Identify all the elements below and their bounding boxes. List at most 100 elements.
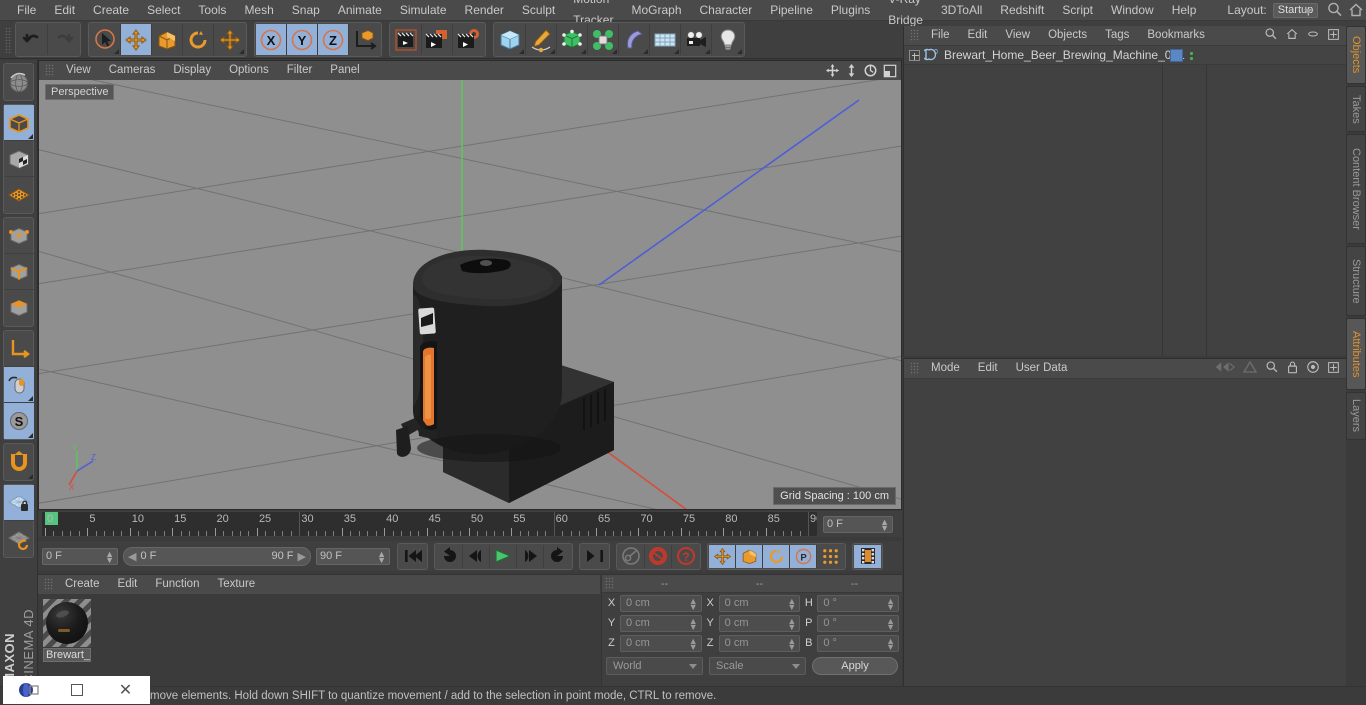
menu-plugins[interactable]: Plugins: [822, 0, 879, 21]
search-icon[interactable]: [1265, 360, 1279, 377]
viewport-menu-grip[interactable]: [45, 64, 54, 77]
object-tree-row[interactable]: 0 Brewart_Home_Beer_Brewing_Machine_001: [904, 46, 1346, 65]
attributes-menu-mode[interactable]: Mode: [922, 359, 969, 378]
undo-button[interactable]: [17, 24, 48, 55]
search-icon[interactable]: [1264, 27, 1278, 44]
world-coordinates-toggle[interactable]: [349, 24, 380, 55]
rotation-key-toggle[interactable]: [763, 545, 790, 568]
maximize-icon[interactable]: [1327, 28, 1340, 44]
rotate-tool[interactable]: [183, 24, 214, 55]
coordinate-system-dropdown[interactable]: World: [606, 657, 703, 675]
x-axis-lock[interactable]: X: [256, 24, 287, 55]
go-to-end-button[interactable]: [581, 545, 608, 568]
redo-button[interactable]: [48, 24, 79, 55]
workplane-lock-button[interactable]: [4, 485, 34, 521]
close-icon[interactable]: ✕: [101, 676, 150, 704]
dope-sheet-button[interactable]: [854, 545, 881, 568]
size-z-field[interactable]: 0 cm▲▼: [719, 635, 801, 652]
coordinates-grip[interactable]: [605, 577, 614, 590]
viewport-menu-display[interactable]: Display: [164, 61, 220, 80]
camera-button[interactable]: [681, 24, 712, 55]
preview-range-slider[interactable]: ◀ 0 F 90 F ▶: [123, 547, 311, 566]
more-options-corner[interactable]: [239, 49, 244, 54]
menu-help[interactable]: Help: [1163, 0, 1206, 21]
more-options-corner[interactable]: [550, 49, 555, 54]
material-item[interactable]: Brewart_: [43, 599, 91, 661]
points-mode-button[interactable]: [4, 218, 34, 254]
menu-mograph[interactable]: MoGraph: [622, 0, 690, 21]
timeline-ruler[interactable]: 051015202530354045505560657075808590: [42, 512, 817, 536]
minimize-icon[interactable]: [1306, 27, 1320, 44]
stepper-icon[interactable]: ▲▼: [787, 618, 796, 630]
record-active-objects-button[interactable]: [618, 545, 645, 568]
enable-snapping-button[interactable]: [4, 367, 34, 403]
pan-icon[interactable]: [825, 63, 840, 81]
menu-animate[interactable]: Animate: [329, 0, 391, 21]
menu-3dtoall[interactable]: 3DToAll: [932, 0, 991, 21]
home-icon[interactable]: [1347, 1, 1365, 19]
material-menu-create[interactable]: Create: [56, 575, 109, 594]
lock-icon[interactable]: [1286, 360, 1299, 377]
autokeying-button[interactable]: [645, 545, 672, 568]
pos-y-field[interactable]: 0 cm▲▼: [620, 615, 702, 632]
more-options-corner[interactable]: [28, 396, 33, 401]
environment-button[interactable]: [650, 24, 681, 55]
more-options-corner[interactable]: [643, 49, 648, 54]
previous-frame-button[interactable]: [463, 545, 490, 568]
attributes-menu-user-data[interactable]: User Data: [1007, 359, 1077, 378]
stepper-icon[interactable]: ▲▼: [377, 551, 386, 563]
rot-p-field[interactable]: 0 °▲▼: [817, 615, 899, 632]
render-view-button[interactable]: [391, 24, 422, 55]
maximize-icon[interactable]: [1327, 361, 1340, 377]
viewport-menu-panel[interactable]: Panel: [321, 61, 368, 80]
pla-key-toggle[interactable]: [817, 545, 844, 568]
object-menu-file[interactable]: File: [922, 26, 959, 45]
stepper-icon[interactable]: ▲▼: [105, 551, 114, 563]
stepper-icon[interactable]: ▲▼: [886, 598, 895, 610]
next-frame-button[interactable]: [517, 545, 544, 568]
timeline-frame-field[interactable]: 0 F ▲▼: [823, 516, 893, 533]
object-menu-tags[interactable]: Tags: [1096, 26, 1138, 45]
param-key-toggle[interactable]: P: [790, 545, 817, 568]
object-tree[interactable]: 0 Brewart_Home_Beer_Brewing_Machine_001: [904, 46, 1346, 356]
back-arrow-icon[interactable]: [1213, 360, 1235, 377]
stepper-icon[interactable]: ▲▼: [689, 598, 698, 610]
menu-window[interactable]: Window: [1102, 0, 1163, 21]
model-mode-button[interactable]: [4, 105, 34, 141]
stepper-icon[interactable]: ▲▼: [787, 638, 796, 650]
viewport-menu-cameras[interactable]: Cameras: [100, 61, 165, 80]
orbit-icon[interactable]: [863, 63, 878, 81]
attributes-menu-edit[interactable]: Edit: [969, 359, 1007, 378]
menu-snap[interactable]: Snap: [283, 0, 329, 21]
go-to-start-button[interactable]: [399, 545, 426, 568]
expand-toggle-icon[interactable]: [909, 50, 920, 61]
play-backwards-button[interactable]: [436, 545, 463, 568]
spline-pen-button[interactable]: [526, 24, 557, 55]
object-menu-bookmarks[interactable]: Bookmarks: [1138, 26, 1214, 45]
layout-dropdown[interactable]: Startup: [1273, 3, 1318, 18]
menu-edit[interactable]: Edit: [45, 0, 84, 21]
pos-x-field[interactable]: 0 cm▲▼: [620, 595, 702, 612]
material-menu-edit[interactable]: Edit: [109, 575, 147, 594]
menu-create[interactable]: Create: [84, 0, 138, 21]
generator-button[interactable]: [557, 24, 588, 55]
play-button[interactable]: [490, 545, 517, 568]
object-menu-view[interactable]: View: [996, 26, 1039, 45]
render-picture-viewer-button[interactable]: [422, 24, 453, 55]
forward-arrow-icon[interactable]: [1242, 360, 1258, 377]
keyframe-selection-button[interactable]: ?: [672, 545, 699, 568]
y-axis-lock[interactable]: Y: [287, 24, 318, 55]
current-frame-field[interactable]: 0 F ▲▼: [42, 548, 118, 565]
menu-redshift[interactable]: Redshift: [991, 0, 1053, 21]
move-tool[interactable]: [121, 24, 152, 55]
menu-character[interactable]: Character: [691, 0, 762, 21]
attributes-content[interactable]: [904, 379, 1346, 686]
stepper-icon[interactable]: ▲▼: [880, 519, 889, 531]
dock-tab-attributes[interactable]: Attributes: [1346, 318, 1366, 390]
material-menu-function[interactable]: Function: [146, 575, 208, 594]
stepper-icon[interactable]: ▲▼: [787, 598, 796, 610]
visibility-dots-icon[interactable]: [1190, 52, 1193, 60]
light-button[interactable]: [712, 24, 743, 55]
viewport-menu-view[interactable]: View: [57, 61, 100, 80]
dolly-icon[interactable]: [845, 63, 858, 81]
